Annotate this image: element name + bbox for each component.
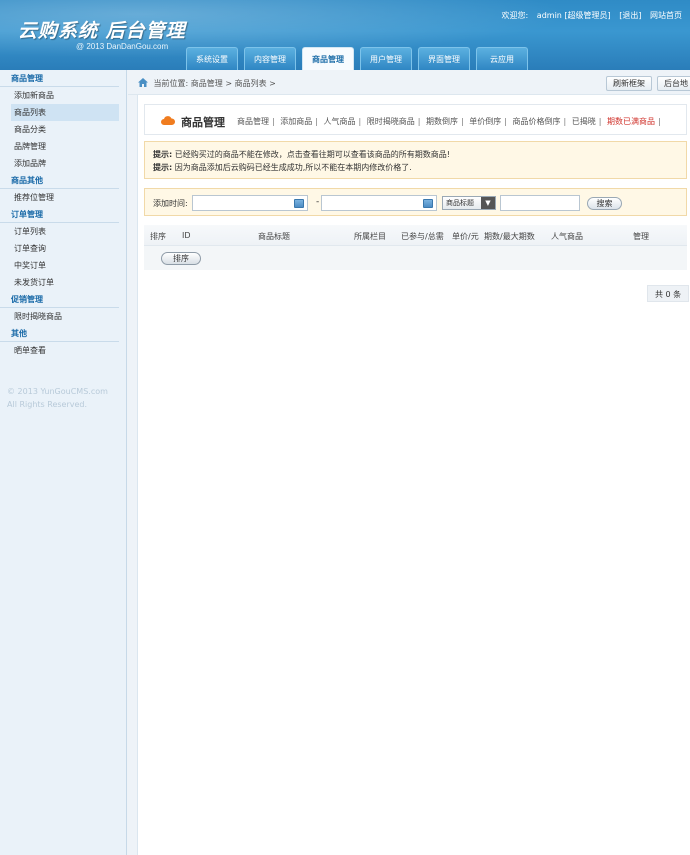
tab-system-settings[interactable]: 系统设置 <box>186 47 238 70</box>
main-panel: 当前位置: 商品管理 > 商品列表 > 刷新框架 后台地 商品管理 商品管理 | … <box>128 70 690 855</box>
table-header: 排序 ID 商品标题 所属栏目 已参与/总需 单价/元 期数/最大期数 人气商品… <box>144 225 687 246</box>
sidebar-item-add-product[interactable]: 添加新商品 <box>0 87 119 104</box>
refresh-frame-button[interactable]: 刷新框架 <box>606 76 652 91</box>
sidebar-item-add-brand[interactable]: 添加品牌 <box>0 155 119 172</box>
start-date-input[interactable] <box>192 195 308 211</box>
sidebar-item-view-shares[interactable]: 晒单查看 <box>0 342 119 359</box>
tip-label: 提示: <box>153 163 173 172</box>
copyright-line: © 2013 YunGouCMS.com <box>7 387 108 396</box>
column-header: 人气商品 <box>551 232 583 241</box>
sidebar-group-title: 订单管理 <box>0 206 119 223</box>
tip-line: 提示: 因为商品添加后云购码已经生成成功,所以不能在本期内修改价格了. <box>153 161 678 174</box>
select-value: 商品标题 <box>446 199 474 207</box>
sidebar-item-product-category[interactable]: 商品分类 <box>0 121 119 138</box>
backend-map-button[interactable]: 后台地 <box>657 76 690 91</box>
sidebar-group-title: 商品管理 <box>0 70 119 87</box>
subnav-price-desc[interactable]: 商品价格倒序 <box>513 117 561 126</box>
breadcrumb: 当前位置: 商品管理 > 商品列表 > <box>138 78 276 89</box>
top-links: 欢迎您: admin [超级管理员] [退出] 网站首页 <box>496 10 682 21</box>
welcome-text: 欢迎您: <box>501 11 529 20</box>
column-header: 期数/最大期数 <box>484 232 535 241</box>
sidebar-item-order-search[interactable]: 订单查询 <box>0 240 119 257</box>
logo-subtitle: @ 2013 DanDanGou.com <box>76 42 169 51</box>
sub-nav: 商品管理 | 添加商品 | 人气商品 | 限时揭晓商品 | 期数倒序 | 单价倒序 | 商品… <box>237 117 661 126</box>
sidebar-item-recommend-slot[interactable]: 推荐位管理 <box>0 189 119 206</box>
column-header: 单价/元 <box>452 232 479 241</box>
calendar-icon[interactable] <box>423 199 433 208</box>
end-date-input[interactable] <box>321 195 437 211</box>
user-link[interactable]: admin [超级管理员] <box>537 11 611 20</box>
dropdown-arrow-icon: ▼ <box>481 197 495 209</box>
subnav-add-product[interactable]: 添加商品 <box>280 117 312 126</box>
tab-interface-management[interactable]: 界面管理 <box>418 47 470 70</box>
column-header: ID <box>182 231 191 240</box>
tip-line: 提示: 已经购买过的商品不能在修改，点击查看往期可以查看该商品的所有期数商品! <box>153 148 678 161</box>
column-header: 所属栏目 <box>354 232 386 241</box>
sidebar-group-title: 商品其他 <box>0 172 119 189</box>
page-title: 商品管理 <box>181 116 225 129</box>
top-nav: 系统设置 内容管理 商品管理 用户管理 界面管理 云应用 <box>186 47 534 70</box>
home-icon <box>138 78 148 87</box>
tab-product-management[interactable]: 商品管理 <box>302 47 354 70</box>
column-header: 已参与/总需 <box>401 232 444 241</box>
tab-content-management[interactable]: 内容管理 <box>244 47 296 70</box>
calendar-icon[interactable] <box>294 199 304 208</box>
subnav-product-management[interactable]: 商品管理 <box>237 117 269 126</box>
location-bar: 当前位置: 商品管理 > 商品列表 > 刷新框架 后台地 <box>128 70 690 95</box>
total-count: 共 0 条 <box>647 285 690 302</box>
sidebar-group-title: 促销管理 <box>0 291 119 308</box>
copyright: © 2013 YunGouCMS.com All Rights Reserved… <box>0 385 126 411</box>
site-home-link[interactable]: 网站首页 <box>650 11 682 20</box>
tips-box: 提示: 已经购买过的商品不能在修改，点击查看往期可以查看该商品的所有期数商品! … <box>144 141 687 179</box>
subnav-revealed[interactable]: 已揭晓 <box>572 117 596 126</box>
table-footer: 排序 <box>144 246 687 270</box>
sidebar-item-brand-management[interactable]: 品牌管理 <box>0 138 119 155</box>
header: 云购系统 后台管理 @ 2013 DanDanGou.com 欢迎您: admi… <box>0 0 690 70</box>
logo-title: 云购系统 后台管理 <box>18 20 186 42</box>
sidebar-item-order-list[interactable]: 订单列表 <box>0 223 119 240</box>
copyright-line: All Rights Reserved. <box>7 400 88 409</box>
column-header: 管理 <box>633 232 649 241</box>
add-time-label: 添加时间: <box>153 199 188 208</box>
subnav-unit-price-desc[interactable]: 单价倒序 <box>469 117 501 126</box>
cloud-icon <box>161 116 175 125</box>
tip-text: 因为商品添加后云购码已经生成成功,所以不能在本期内修改价格了. <box>174 163 412 172</box>
tip-text: 已经购买过的商品不能在修改，点击查看往期可以查看该商品的所有期数商品! <box>174 150 450 159</box>
sidebar-item-unshipped-orders[interactable]: 未发货订单 <box>0 274 119 291</box>
sidebar-item-limited-reveal[interactable]: 限时揭晓商品 <box>0 308 119 325</box>
tab-cloud-apps[interactable]: 云应用 <box>476 47 528 70</box>
tab-user-management[interactable]: 用户管理 <box>360 47 412 70</box>
search-button[interactable]: 搜索 <box>587 197 622 210</box>
sidebar-item-product-list[interactable]: 商品列表 <box>11 104 119 121</box>
subnav-popular-products[interactable]: 人气商品 <box>324 117 356 126</box>
search-bar: 添加时间: - 商品标题 ▼ 搜索 <box>144 188 687 216</box>
search-field-select[interactable]: 商品标题 ▼ <box>442 196 496 210</box>
subnav-period-desc[interactable]: 期数倒序 <box>426 117 458 126</box>
sidebar-group-title: 其他 <box>0 325 119 342</box>
tip-label: 提示: <box>153 150 173 159</box>
sort-button[interactable]: 排序 <box>161 252 201 265</box>
sidebar: 商品管理 添加新商品 商品列表 商品分类 品牌管理 添加品牌 商品其他 推荐位管… <box>0 70 127 855</box>
subnav-period-full[interactable]: 期数已满商品 <box>607 117 655 126</box>
subnav-limited-reveal[interactable]: 限时揭晓商品 <box>367 117 415 126</box>
date-separator: - <box>316 197 320 207</box>
breadcrumb-text: 当前位置: 商品管理 > 商品列表 > <box>153 79 276 88</box>
title-bar: 商品管理 商品管理 | 添加商品 | 人气商品 | 限时揭晓商品 | 期数倒序 | 单价倒… <box>144 104 687 135</box>
sidebar-item-winning-orders[interactable]: 中奖订单 <box>0 257 119 274</box>
keyword-input[interactable] <box>500 195 580 211</box>
column-header: 商品标题 <box>258 232 290 241</box>
column-header: 排序 <box>150 232 166 241</box>
logout-link[interactable]: [退出] <box>619 11 641 20</box>
